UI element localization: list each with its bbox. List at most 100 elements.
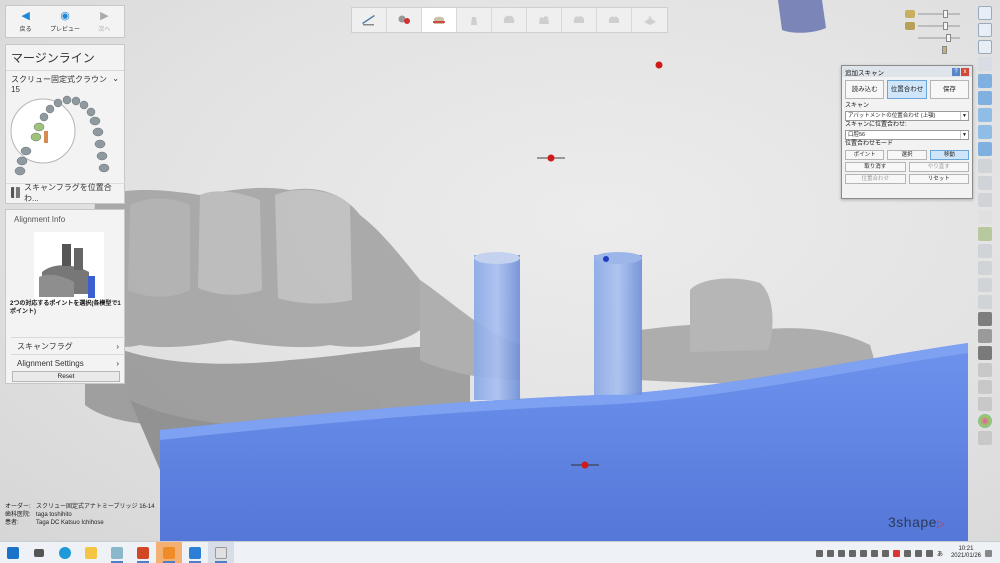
reset-alignment-button[interactable]: リセット — [908, 174, 969, 184]
align-to-select[interactable]: 口腔56 ▼ — [845, 130, 969, 140]
app-tray-icon-2[interactable] — [903, 549, 911, 557]
tooth-sculpt-step[interactable] — [562, 8, 597, 32]
preview-button[interactable]: ◉ プレビュー — [45, 6, 84, 37]
model-color-icon[interactable] — [978, 227, 992, 241]
edge-button[interactable] — [52, 542, 78, 563]
windows-logo-icon — [7, 546, 19, 559]
antagonist-icon[interactable] — [978, 244, 992, 258]
transparency-slider-1[interactable] — [905, 8, 960, 19]
view-front-icon[interactable] — [978, 57, 992, 71]
help-button[interactable]: ? — [952, 67, 960, 76]
point-mode-button[interactable]: ポイント — [845, 150, 885, 160]
redo-button[interactable]: やり直す — [908, 162, 969, 172]
undo-button[interactable]: 取り消す — [845, 162, 906, 172]
clock[interactable]: 10:21 2021/01/26 — [951, 546, 981, 560]
reset-button[interactable]: Reset — [12, 371, 120, 382]
preview-label: プレビュー — [49, 26, 80, 33]
order-info: オーダー: スクリュー固定式アナトミーブリッジ 16-14 歯科医院: taga t… — [5, 503, 155, 527]
tab-save[interactable]: 保存 — [929, 80, 969, 99]
scan-flag-align-item[interactable]: スキャンフラグを位置合わ... — [6, 182, 126, 203]
tooth-finish-step[interactable] — [597, 8, 632, 32]
dental-designer-button[interactable] — [208, 541, 234, 563]
abutment-step[interactable] — [457, 8, 492, 32]
abutment-layer-icon — [905, 34, 915, 42]
color-palette-icon[interactable] — [978, 414, 992, 428]
app-tray-icon[interactable] — [892, 549, 900, 557]
section-icon[interactable] — [978, 193, 992, 207]
model-layer-icon — [905, 9, 915, 18]
dental-app-button[interactable] — [104, 542, 130, 563]
snapshot-icon[interactable] — [978, 295, 992, 309]
start-button[interactable] — [0, 542, 26, 563]
implant-icon — [398, 15, 410, 24]
occlusion-icon[interactable] — [978, 261, 992, 275]
clip-icon[interactable] — [978, 176, 992, 190]
view-right-icon[interactable] — [978, 125, 992, 139]
scan-flag-row[interactable]: スキャンフラグ › — [11, 337, 125, 354]
align-button[interactable]: 位置合わせ — [845, 174, 906, 184]
texture-icon[interactable] — [978, 329, 992, 343]
rotate-view-icon[interactable] — [978, 40, 992, 54]
implant-step[interactable] — [387, 8, 422, 32]
workflow-icon — [163, 546, 175, 559]
tab-align[interactable]: 位置合わせ — [887, 80, 927, 99]
scan-label: スキャン — [845, 103, 870, 109]
shading-icon[interactable] — [978, 346, 992, 360]
close-button[interactable]: x — [961, 67, 969, 76]
arrow-tool-icon[interactable] — [978, 380, 992, 394]
tooth-design-step[interactable] — [527, 8, 562, 32]
notification-icon[interactable] — [985, 549, 992, 557]
security-icon[interactable] — [848, 549, 856, 557]
keyboard-icon[interactable] — [925, 549, 933, 557]
file-explorer-button[interactable] — [78, 542, 104, 563]
tooth-arch-diagram[interactable] — [6, 83, 126, 181]
back-button[interactable]: ◀ 戻る — [6, 6, 45, 37]
camera-icon[interactable] — [978, 312, 992, 326]
alignment-settings-row[interactable]: Alignment Settings › — [11, 354, 125, 371]
view-back-icon[interactable] — [978, 142, 992, 156]
margin-line-panel: マージンライン スクリュー固定式クラウン 15 ⌄ スキャンフラグを位置合わ..… — [5, 44, 126, 204]
model-step[interactable] — [632, 8, 667, 32]
dental-designer-icon — [215, 546, 227, 559]
dental-app-icon — [111, 546, 123, 559]
text-icon[interactable] — [978, 363, 992, 377]
move-mode-button[interactable]: 移動 — [929, 150, 969, 160]
layer-icon[interactable] — [978, 278, 992, 292]
volume-icon[interactable] — [881, 549, 889, 557]
monitor-icon[interactable] — [859, 549, 867, 557]
scan-flag-label: スキャンフラグを位置合わ... — [23, 182, 112, 203]
powerpoint-icon — [137, 546, 149, 559]
select-mode-button[interactable]: 選択 — [887, 150, 927, 160]
scan-select[interactable]: アバットメントの位置合わせ (上顎) ▼ — [845, 111, 969, 121]
ruler-icon[interactable] — [978, 210, 992, 224]
settings-icon[interactable] — [978, 431, 992, 445]
network-icon[interactable] — [870, 549, 878, 557]
fit-view-icon[interactable] — [978, 23, 992, 37]
system-tray: あ 10:21 2021/01/26 — [815, 542, 992, 563]
onedrive-icon[interactable] — [837, 549, 845, 557]
view-left-icon[interactable] — [978, 108, 992, 122]
pencil-icon[interactable] — [978, 397, 992, 411]
view-top-icon[interactable] — [978, 74, 992, 88]
task-view-button[interactable] — [26, 542, 52, 563]
fullscreen-icon[interactable] — [978, 6, 992, 20]
people-icon[interactable] — [815, 549, 823, 557]
transparency-slider-4[interactable] — [905, 44, 960, 55]
chevron-up-icon[interactable] — [826, 549, 834, 557]
workflow-button[interactable] — [156, 541, 182, 563]
transparency-slider-3[interactable] — [905, 32, 960, 43]
margin-line-step[interactable] — [422, 8, 457, 32]
3d-viewport[interactable]: ◀ 戻る ◉ プレビュー ▶ 次へ マージンライン スクリュー固定式クラウン 1… — [0, 0, 1000, 541]
measure-icon[interactable] — [978, 159, 992, 173]
next-button[interactable]: ▶ 次へ — [85, 6, 124, 37]
view-bottom-icon[interactable] — [978, 91, 992, 105]
crown-step[interactable] — [492, 8, 527, 32]
powerpoint-button[interactable] — [130, 542, 156, 563]
pen-icon[interactable] — [914, 549, 922, 557]
tab-load[interactable]: 読み込む — [845, 80, 885, 99]
abutment-icon — [471, 17, 477, 25]
ime-indicator[interactable]: あ — [937, 549, 943, 558]
3shape-button[interactable] — [182, 542, 208, 563]
scan-edit-step[interactable] — [352, 8, 387, 32]
transparency-slider-2[interactable] — [905, 20, 960, 31]
